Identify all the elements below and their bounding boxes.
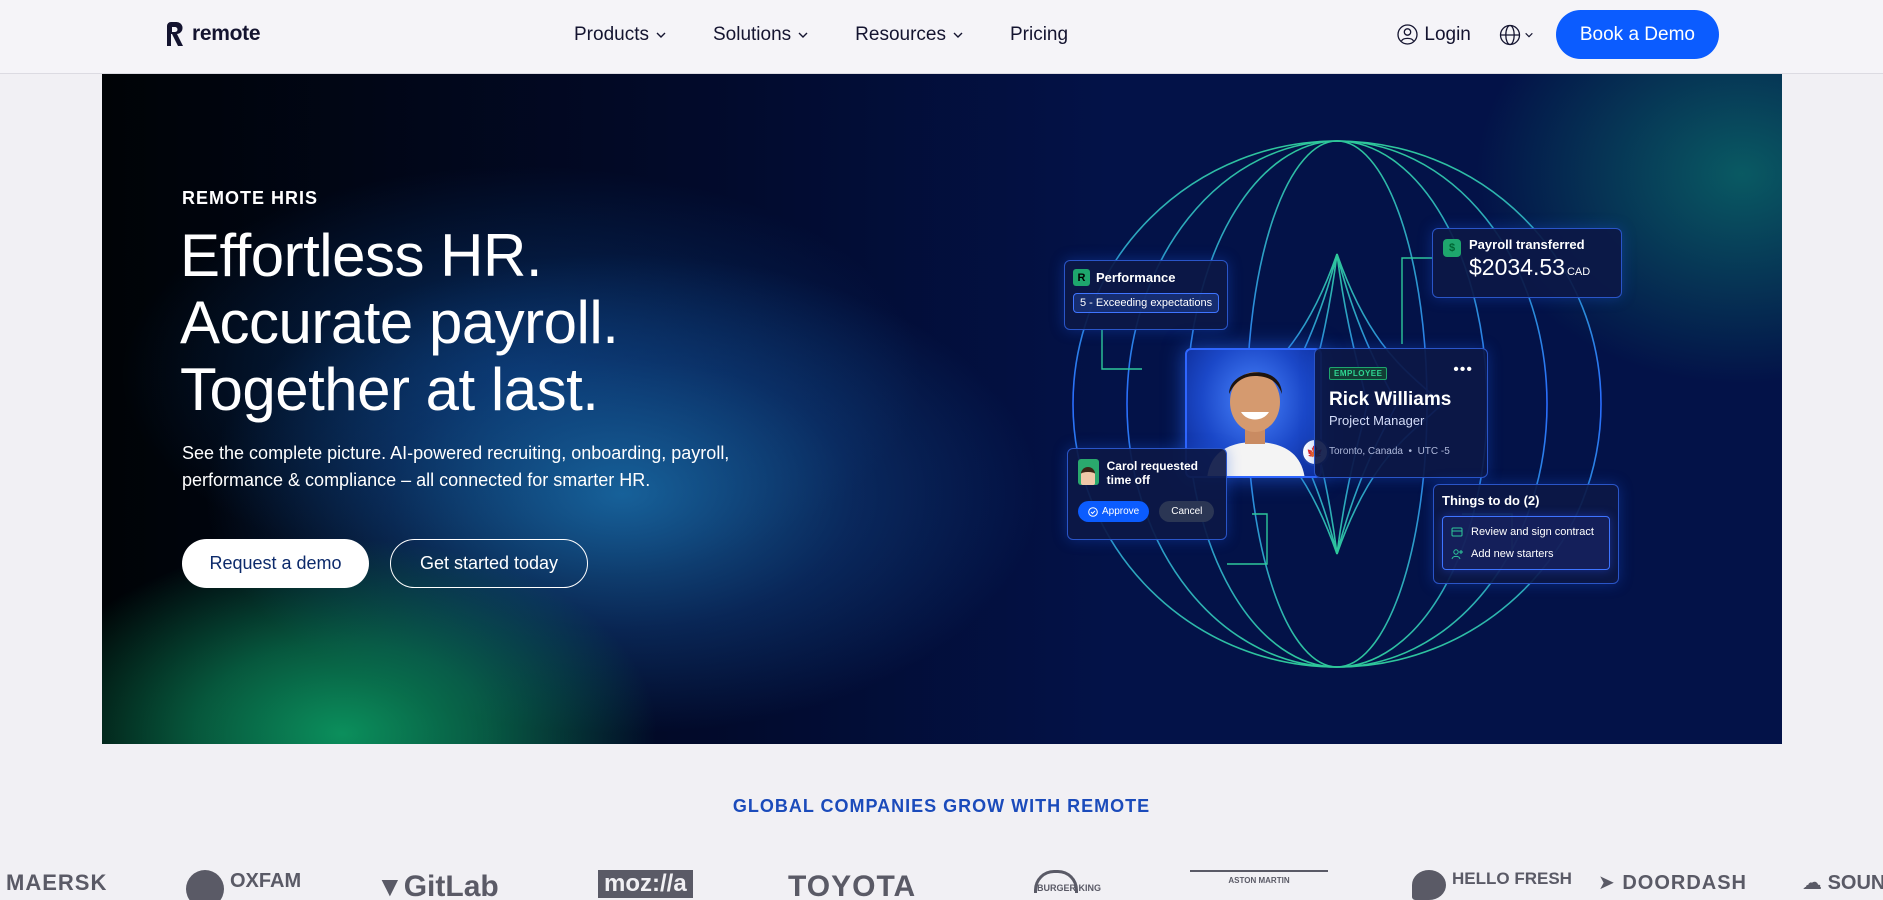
customer-logos-strip: MAERSK OXFAM ▼GitLab moz://a TOYOTA BURG… xyxy=(0,870,1883,900)
chevron-down-icon xyxy=(1525,32,1533,37)
headline-line-1: Effortless HR. xyxy=(180,222,543,289)
remote-badge-icon: R xyxy=(1073,269,1090,286)
request-demo-button[interactable]: Request a demo xyxy=(182,539,369,588)
nav-resources[interactable]: Resources xyxy=(855,24,964,46)
nav-solutions-label: Solutions xyxy=(712,24,792,45)
nav-actions: Login Book a Demo xyxy=(1397,10,1719,59)
time-off-text: Carol requested time off xyxy=(1106,459,1198,487)
performance-rating: 5 - Exceeding expectations xyxy=(1073,293,1219,313)
employee-role: Project Manager xyxy=(1329,413,1425,428)
payroll-currency: CAD xyxy=(1566,266,1591,278)
customer-logo-aston-martin: ASTON MARTIN xyxy=(1190,870,1328,885)
payroll-title: Payroll transferred xyxy=(1469,237,1585,252)
employee-location-row: Toronto, Canada • UTC -5 xyxy=(1329,446,1450,457)
login-label: Login xyxy=(1424,23,1471,45)
chevron-down-icon xyxy=(656,32,666,38)
login-link[interactable]: Login xyxy=(1397,24,1471,46)
customer-logo-burger-king: BURGER KING xyxy=(1034,870,1101,893)
customer-logo-hellofresh: HELLO FRESH xyxy=(1412,870,1572,900)
payroll-amount-row: $2034.53 CAD xyxy=(1469,254,1590,281)
nav-resources-label: Resources xyxy=(855,24,946,45)
customer-logo-doordash: ➤ DOORDASH xyxy=(1598,872,1747,894)
todo-card: Things to do (2) Review and sign contrac… xyxy=(1433,484,1619,584)
employee-badge: EMPLOYEE xyxy=(1329,367,1388,380)
customer-logo-oxfam-label: OXFAM xyxy=(230,870,302,892)
employee-timezone: UTC -5 xyxy=(1417,446,1450,457)
nav-pricing[interactable]: Pricing xyxy=(1010,24,1068,46)
todo-item[interactable]: Review and sign contract xyxy=(1451,521,1601,543)
employee-card: EMPLOYEE ••• Rick Williams Project Manag… xyxy=(1314,348,1488,478)
customer-logo-toyota: TOYOTA xyxy=(788,870,917,900)
performance-label: Performance xyxy=(1096,270,1176,285)
cancel-button[interactable]: Cancel xyxy=(1159,501,1215,522)
hero-section: REMOTE HRIS Effortless HR. Accurate payr… xyxy=(102,74,1782,744)
customer-logo-sound: ☁ SOUND xyxy=(1802,870,1883,895)
todo-list: Review and sign contract Add new starter… xyxy=(1442,516,1610,570)
remote-logo-icon xyxy=(167,21,183,46)
todo-item[interactable]: Add new starters xyxy=(1451,543,1601,565)
customer-logo-hellofresh-label: HELLO FRESH xyxy=(1452,870,1572,888)
headline-line-2: Accurate payroll. xyxy=(180,289,619,356)
globe-icon xyxy=(1499,24,1521,45)
customer-logo-oxfam: OXFAM xyxy=(186,870,301,900)
main-menu: Products Solutions Resources Pricing xyxy=(574,24,1114,46)
more-options-icon[interactable]: ••• xyxy=(1453,361,1473,379)
hero-eyebrow: REMOTE HRIS xyxy=(182,188,319,208)
customer-logo-doordash-label: DOORDASH xyxy=(1622,872,1747,894)
customer-logo-gitlab: ▼GitLab xyxy=(376,870,499,900)
payroll-amount: $2034.53 xyxy=(1469,254,1565,280)
customer-logo-gitlab-label: GitLab xyxy=(403,870,499,900)
book-demo-button[interactable]: Book a Demo xyxy=(1555,10,1719,59)
customer-logo-maersk: MAERSK xyxy=(6,870,108,895)
dollar-icon: $ xyxy=(1443,239,1461,257)
add-user-icon xyxy=(1451,549,1463,560)
nav-pricing-label: Pricing xyxy=(1009,24,1069,45)
payroll-card: $ Payroll transferred $2034.53 CAD xyxy=(1432,228,1622,298)
customer-logo-mozilla: moz://a xyxy=(598,870,693,898)
approve-button[interactable]: Approve xyxy=(1078,501,1150,522)
hero-headline: Effortless HR. Accurate payroll. Togethe… xyxy=(180,222,619,423)
brand-logo[interactable]: remote xyxy=(164,20,261,48)
user-icon xyxy=(1397,24,1419,45)
todo-item-label: Add new starters xyxy=(1471,548,1554,560)
carol-avatar xyxy=(1078,459,1099,485)
hero-subtext: See the complete picture. AI-powered rec… xyxy=(182,443,730,490)
nav-products-label: Products xyxy=(574,24,649,45)
chevron-down-icon xyxy=(953,32,963,38)
nav-products[interactable]: Products xyxy=(574,24,667,46)
employee-location: Toronto, Canada xyxy=(1329,446,1403,457)
performance-card: R Performance 5 - Exceeding expectations xyxy=(1064,260,1228,330)
todo-item-label: Review and sign contract xyxy=(1471,526,1594,538)
chevron-down-icon xyxy=(798,32,808,38)
check-circle-icon xyxy=(1088,506,1098,517)
employee-name: Rick Williams xyxy=(1329,389,1452,410)
brand-name: remote xyxy=(192,22,261,45)
get-started-button[interactable]: Get started today xyxy=(390,539,588,588)
language-selector[interactable] xyxy=(1499,24,1534,46)
todo-title: Things to do (2) xyxy=(1442,493,1540,508)
top-navigation: remote Products Solutions Resources Pric… xyxy=(0,0,1883,74)
customer-logo-sound-label: SOUND xyxy=(1827,872,1883,894)
nav-solutions[interactable]: Solutions xyxy=(713,24,809,46)
document-icon xyxy=(1451,527,1463,537)
time-off-card: Carol requested time off Approve Cancel xyxy=(1067,448,1227,540)
headline-line-3: Together at last. xyxy=(180,356,599,423)
approve-label: Approve xyxy=(1102,506,1140,517)
performance-title: R Performance xyxy=(1073,269,1219,286)
customers-tagline: GLOBAL COMPANIES GROW WITH REMOTE xyxy=(732,796,1151,816)
